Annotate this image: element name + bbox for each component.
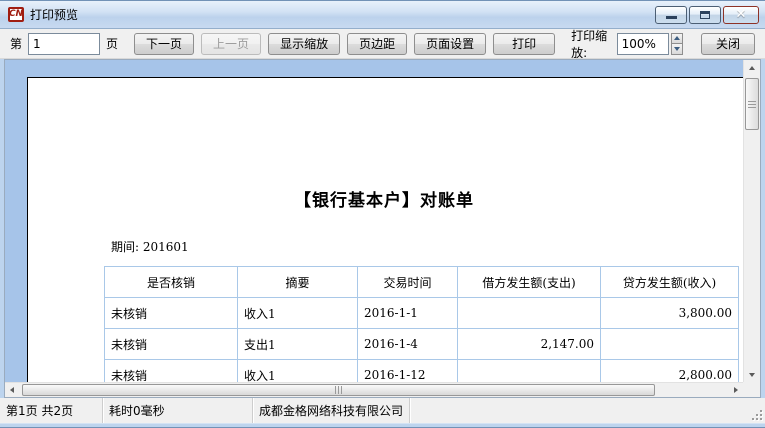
table-cell: 2,147.00 bbox=[458, 329, 601, 360]
maximize-button[interactable] bbox=[689, 6, 721, 24]
table-row: 未核销 收入1 2016-1-1 3,800.00 bbox=[105, 298, 739, 329]
horizontal-scroll-thumb[interactable] bbox=[22, 384, 655, 396]
table-row: 未核销 支出1 2016-1-4 2,147.00 bbox=[105, 329, 739, 360]
minimize-button[interactable] bbox=[655, 6, 687, 24]
preview-page: 【银行基本户】对账单 期间: 201601 是否核销 摘要 交易时间 借方发生额… bbox=[27, 77, 743, 382]
page-number-input[interactable] bbox=[28, 33, 100, 55]
arrow-right-icon bbox=[734, 387, 738, 393]
table-header-cell: 借方发生额(支出) bbox=[458, 267, 601, 298]
period-value: 201601 bbox=[143, 240, 189, 254]
arrow-down-icon bbox=[749, 373, 755, 377]
page-number-suffix-label: 页 bbox=[106, 35, 118, 52]
title-bar: CN 打印预览 ✕ bbox=[0, 1, 765, 29]
period-label: 期间: bbox=[111, 240, 139, 254]
scrollbar-horizontal[interactable] bbox=[5, 382, 743, 397]
close-preview-button[interactable]: 关闭 bbox=[701, 33, 755, 55]
prev-page-button[interactable]: 上一页 bbox=[201, 33, 261, 55]
chevron-down-icon bbox=[674, 47, 680, 51]
chevron-up-icon bbox=[674, 36, 680, 40]
table-row: 未核销 收入1 2016-1-12 2,800.00 bbox=[105, 360, 739, 383]
print-zoom-stepper bbox=[671, 33, 683, 55]
scrollbar-corner bbox=[743, 382, 760, 397]
table-cell: 收入1 bbox=[238, 360, 358, 383]
close-icon: ✕ bbox=[736, 8, 747, 21]
preview-area: 【银行基本户】对账单 期间: 201601 是否核销 摘要 交易时间 借方发生额… bbox=[4, 59, 761, 398]
scroll-down-button[interactable] bbox=[744, 367, 760, 382]
scrollbar-vertical[interactable] bbox=[743, 60, 760, 382]
window-bottom-border bbox=[0, 423, 765, 427]
scroll-right-button[interactable] bbox=[729, 383, 743, 397]
resize-grip[interactable] bbox=[750, 408, 762, 420]
stepper-down-button[interactable] bbox=[671, 44, 683, 55]
window-controls: ✕ bbox=[655, 6, 759, 24]
next-page-button[interactable]: 下一页 bbox=[134, 33, 194, 55]
print-button[interactable]: 打印 bbox=[493, 33, 555, 55]
vertical-scroll-thumb[interactable] bbox=[745, 78, 759, 130]
table-header-cell: 摘要 bbox=[238, 267, 358, 298]
table-header-cell: 交易时间 bbox=[358, 267, 458, 298]
page-margins-button[interactable]: 页边距 bbox=[347, 33, 407, 55]
table-cell bbox=[601, 329, 739, 360]
close-window-button[interactable]: ✕ bbox=[723, 6, 759, 24]
print-preview-window: CN 打印预览 ✕ 第 页 下一页 上一页 显示缩放 页边距 页面设置 打印 打… bbox=[0, 0, 765, 428]
table-header-cell: 贷方发生额(收入) bbox=[601, 267, 739, 298]
print-zoom-control: 打印缩放: bbox=[571, 27, 683, 61]
stepper-up-button[interactable] bbox=[671, 33, 683, 45]
print-zoom-label: 打印缩放: bbox=[571, 27, 611, 61]
table-cell: 收入1 bbox=[238, 298, 358, 329]
maximize-icon bbox=[700, 11, 710, 19]
table-header-cell: 是否核销 bbox=[105, 267, 238, 298]
cn-logo-icon: CN bbox=[8, 7, 24, 22]
table-cell: 2,800.00 bbox=[601, 360, 739, 383]
page-number-prefix-label: 第 bbox=[10, 35, 22, 52]
table-cell bbox=[458, 298, 601, 329]
table-cell: 2016-1-12 bbox=[358, 360, 458, 383]
arrow-left-icon bbox=[10, 387, 14, 393]
table-cell: 未核销 bbox=[105, 329, 238, 360]
table-cell: 2016-1-4 bbox=[358, 329, 458, 360]
scroll-left-button[interactable] bbox=[5, 383, 19, 397]
status-filler bbox=[410, 398, 765, 423]
arrow-up-icon bbox=[749, 66, 755, 70]
print-zoom-input[interactable] bbox=[617, 33, 669, 55]
scroll-up-button[interactable] bbox=[744, 60, 760, 75]
table-cell: 未核销 bbox=[105, 298, 238, 329]
status-bar: 第1页 共2页 耗时0毫秒 成都金格网络科技有限公司 bbox=[0, 398, 765, 423]
status-elapsed-time: 耗时0毫秒 bbox=[103, 398, 253, 423]
page-setup-button[interactable]: 页面设置 bbox=[414, 33, 486, 55]
thumb-grip-icon bbox=[748, 101, 756, 108]
status-company-name: 成都金格网络科技有限公司 bbox=[253, 398, 410, 423]
table-cell: 支出1 bbox=[238, 329, 358, 360]
thumb-grip-icon bbox=[335, 386, 342, 394]
table-cell bbox=[458, 360, 601, 383]
window-title: 打印预览 bbox=[30, 6, 78, 23]
document-title: 【银行基本户】对账单 bbox=[28, 186, 740, 211]
minimize-icon bbox=[666, 16, 677, 19]
statement-table: 是否核销 摘要 交易时间 借方发生额(支出) 贷方发生额(收入) 未核销 收入1… bbox=[104, 266, 739, 382]
period-line: 期间: 201601 bbox=[111, 238, 189, 255]
table-cell: 3,800.00 bbox=[601, 298, 739, 329]
status-page-info: 第1页 共2页 bbox=[0, 398, 103, 423]
table-cell: 未核销 bbox=[105, 360, 238, 383]
toolbar: 第 页 下一页 上一页 显示缩放 页边距 页面设置 打印 打印缩放: 关闭 bbox=[0, 29, 765, 59]
toggle-zoom-button[interactable]: 显示缩放 bbox=[268, 33, 340, 55]
preview-canvas: 【银行基本户】对账单 期间: 201601 是否核销 摘要 交易时间 借方发生额… bbox=[5, 60, 743, 382]
table-header-row: 是否核销 摘要 交易时间 借方发生额(支出) 贷方发生额(收入) bbox=[105, 267, 739, 298]
table-cell: 2016-1-1 bbox=[358, 298, 458, 329]
